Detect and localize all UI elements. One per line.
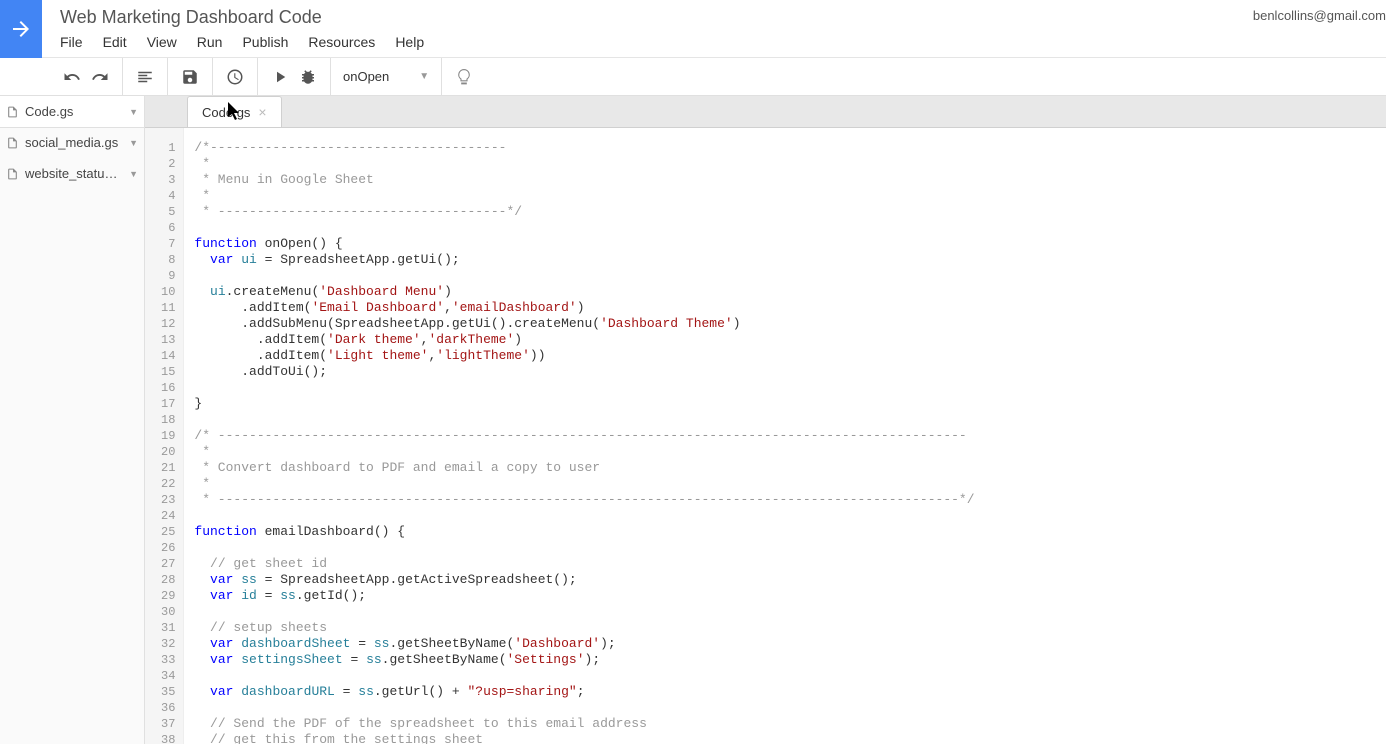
line-gutter: 1234567891011121314151617181920212223242… [145, 128, 184, 744]
project-title[interactable]: Web Marketing Dashboard Code [60, 7, 424, 28]
menu-help[interactable]: Help [395, 34, 424, 50]
code-line[interactable] [194, 540, 974, 556]
code-content[interactable]: /*--------------------------------------… [184, 128, 974, 744]
user-email[interactable]: benlcollins@gmail.com [1253, 8, 1386, 23]
chevron-down-icon[interactable]: ▼ [129, 107, 138, 117]
code-line[interactable]: // Send the PDF of the spreadsheet to th… [194, 716, 974, 732]
editor-area: Code.gs × 1234567891011121314151617181920… [145, 96, 1386, 744]
code-line[interactable] [194, 380, 974, 396]
code-line[interactable] [194, 412, 974, 428]
code-line[interactable]: * [194, 188, 974, 204]
file-icon [6, 105, 19, 119]
file-name: social_media.gs [25, 135, 123, 150]
code-line[interactable]: * Convert dashboard to PDF and email a c… [194, 460, 974, 476]
code-line[interactable]: var dashboardSheet = ss.getSheetByName('… [194, 636, 974, 652]
code-line[interactable]: function onOpen() { [194, 236, 974, 252]
code-line[interactable]: * [194, 476, 974, 492]
file-item[interactable]: Code.gs ▼ [0, 95, 145, 128]
code-line[interactable]: var dashboardURL = ss.getUrl() + "?usp=s… [194, 684, 974, 700]
editor-tabs: Code.gs × [145, 96, 1386, 128]
menu-edit[interactable]: Edit [103, 34, 127, 50]
code-line[interactable]: // get sheet id [194, 556, 974, 572]
code-line[interactable]: * [194, 156, 974, 172]
code-line[interactable] [194, 668, 974, 684]
code-line[interactable] [194, 220, 974, 236]
toolbar: onOpen ▼ [0, 58, 1386, 96]
apps-script-logo[interactable] [0, 0, 42, 58]
file-item[interactable]: website_statu… ▼ [0, 158, 144, 189]
save-button[interactable] [176, 63, 204, 91]
code-line[interactable]: ui.createMenu('Dashboard Menu') [194, 284, 974, 300]
code-line[interactable]: .addItem('Dark theme','darkTheme') [194, 332, 974, 348]
menu-run[interactable]: Run [197, 34, 223, 50]
code-line[interactable]: var ss = SpreadsheetApp.getActiveSpreads… [194, 572, 974, 588]
code-line[interactable]: var ui = SpreadsheetApp.getUi(); [194, 252, 974, 268]
menu-file[interactable]: File [60, 34, 83, 50]
chevron-down-icon[interactable]: ▼ [129, 169, 138, 179]
undo-button[interactable] [58, 63, 86, 91]
header: Web Marketing Dashboard Code File Edit Vie… [0, 0, 1386, 58]
code-line[interactable]: * -------------------------------------*… [194, 204, 974, 220]
redo-button[interactable] [86, 63, 114, 91]
function-name: onOpen [343, 69, 389, 84]
chevron-down-icon: ▼ [419, 71, 429, 82]
file-icon [6, 167, 19, 181]
indent-button[interactable] [131, 63, 159, 91]
code-line[interactable]: * [194, 444, 974, 460]
menu-publish[interactable]: Publish [242, 34, 288, 50]
file-icon [6, 136, 19, 150]
code-line[interactable]: .addSubMenu(SpreadsheetApp.getUi().creat… [194, 316, 974, 332]
menu-view[interactable]: View [147, 34, 177, 50]
close-icon[interactable]: × [258, 104, 266, 120]
file-name: Code.gs [25, 104, 123, 119]
code-line[interactable]: * Menu in Google Sheet [194, 172, 974, 188]
file-name: website_statu… [25, 166, 123, 181]
code-line[interactable] [194, 604, 974, 620]
code-line[interactable]: var id = ss.getId(); [194, 588, 974, 604]
file-item[interactable]: social_media.gs ▼ [0, 127, 144, 158]
code-line[interactable] [194, 508, 974, 524]
code-line[interactable]: } [194, 396, 974, 412]
code-line[interactable]: function emailDashboard() { [194, 524, 974, 540]
function-selector[interactable]: onOpen ▼ [331, 58, 442, 95]
menu-bar: File Edit View Run Publish Resources Help [60, 34, 424, 50]
code-line[interactable]: .addToUi(); [194, 364, 974, 380]
main: Code.gs▼social_media.gs▼website_statu…▼ … [0, 96, 1386, 744]
code-line[interactable]: .addItem('Light theme','lightTheme')) [194, 348, 974, 364]
file-sidebar: Code.gs ▼ social_media.gs ▼ website_statu… ▼ [0, 96, 145, 744]
triggers-button[interactable] [221, 63, 249, 91]
menu-resources[interactable]: Resources [308, 34, 375, 50]
chevron-down-icon[interactable]: ▼ [129, 138, 138, 148]
code-line[interactable]: /* -------------------------------------… [194, 428, 974, 444]
code-editor[interactable]: 1234567891011121314151617181920212223242… [145, 128, 1386, 744]
code-line[interactable] [194, 268, 974, 284]
code-line[interactable]: .addItem('Email Dashboard','emailDashboa… [194, 300, 974, 316]
code-line[interactable]: // get this from the settings sheet [194, 732, 974, 744]
code-line[interactable]: /*-------------------------------------- [194, 140, 974, 156]
lightbulb-button[interactable] [450, 63, 478, 91]
run-button[interactable] [266, 63, 294, 91]
debug-button[interactable] [294, 63, 322, 91]
code-line[interactable]: var settingsSheet = ss.getSheetByName('S… [194, 652, 974, 668]
editor-tab[interactable]: Code.gs × [187, 96, 282, 127]
code-line[interactable]: // setup sheets [194, 620, 974, 636]
tab-label: Code.gs [202, 105, 250, 120]
code-line[interactable]: * --------------------------------------… [194, 492, 974, 508]
code-line[interactable] [194, 700, 974, 716]
